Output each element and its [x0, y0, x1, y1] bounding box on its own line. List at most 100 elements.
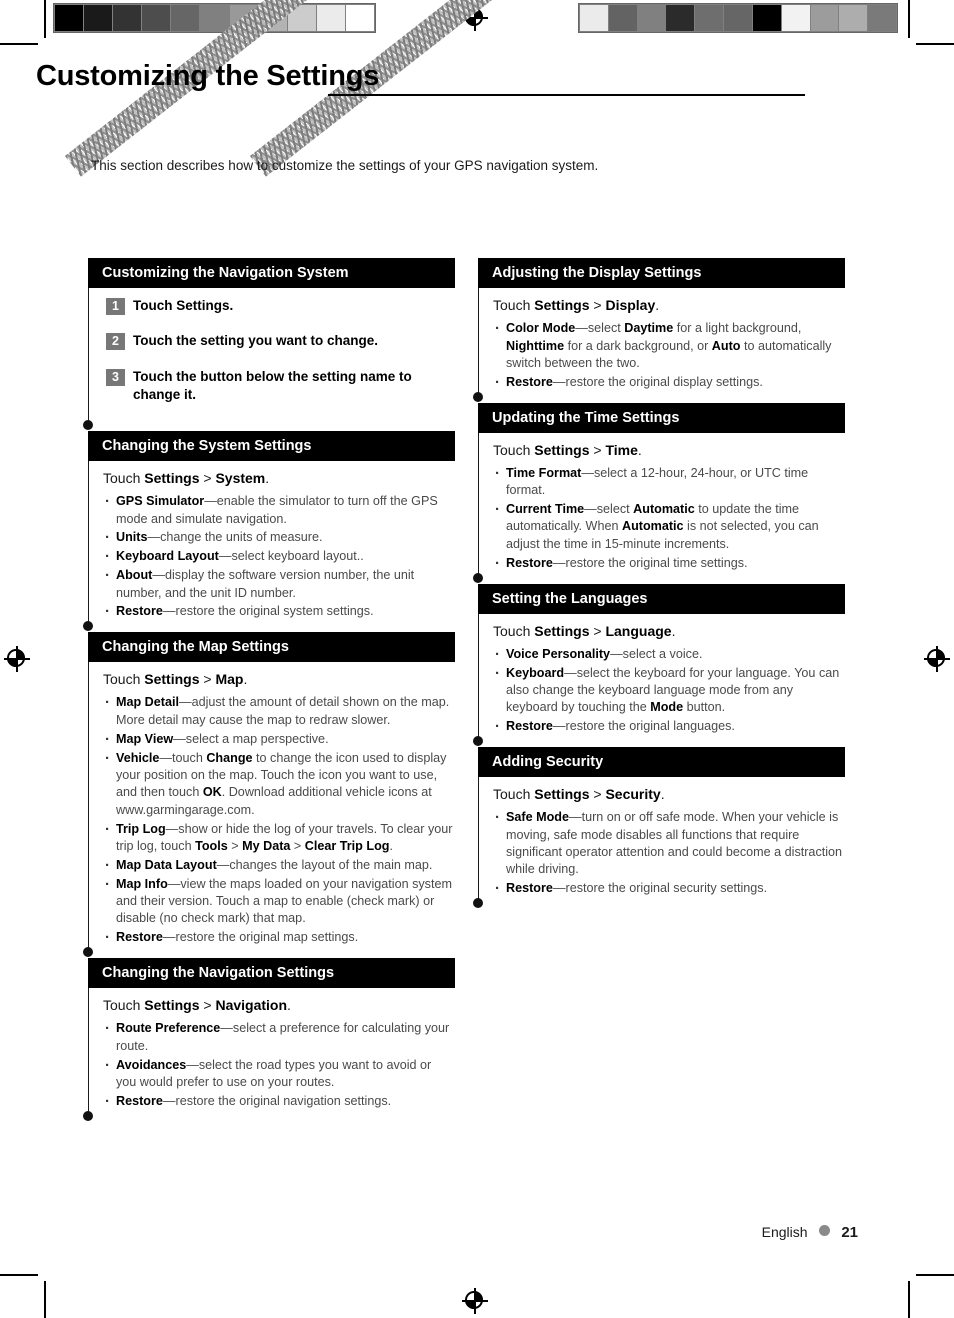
settings-bullet-item: Trip Log—show or hide the log of your tr…	[103, 820, 455, 856]
setting-term: Restore	[116, 604, 163, 619]
settings-bullet-list: Voice Personality—select a voice.Keyboar…	[493, 645, 845, 739]
manual-page: Customizing the Settings This section de…	[0, 0, 954, 1318]
setting-term: Keyboard	[506, 665, 565, 680]
section-heading: Changing the System Settings	[88, 431, 455, 462]
title-underline-rule	[328, 94, 805, 96]
section-heading: Adjusting the Display Settings	[478, 258, 845, 289]
colorbar-swatch	[695, 5, 724, 31]
settings-bullet-item: Current Time—select Automatic to update …	[493, 500, 845, 553]
registration-target-icon	[924, 646, 950, 672]
inline-term: Mode	[650, 700, 684, 715]
setting-description: —restore the original map settings.	[162, 930, 359, 945]
settings-bullet-item: Restore—restore the original display set…	[493, 373, 845, 394]
setting-term: Map Data Layout	[116, 857, 217, 872]
colorbar-swatch	[868, 5, 896, 31]
settings-bullet-item: Restore—restore the original time settin…	[493, 554, 845, 575]
left-column: Customizing the Navigation System 1 Touch …	[83, 258, 455, 1122]
section-heading: Changing the Navigation Settings	[88, 958, 455, 989]
step-number-badge: 2	[106, 333, 125, 351]
section-heading: Adding Security	[478, 747, 845, 778]
setting-term: About	[116, 568, 153, 583]
settings-bullet-item: Keyboard—select the keyboard for your la…	[493, 663, 845, 717]
touch-path-line: Touch Settings > Time.	[493, 441, 642, 458]
inline-term: Tools	[195, 838, 228, 853]
setting-description: —restore the original system settings.	[162, 604, 374, 619]
setting-description: —changes the layout of the main map.	[216, 857, 433, 872]
wedge-swatch	[142, 5, 171, 31]
setting-term: Vehicle	[116, 750, 160, 765]
settings-bullet-item: Safe Mode—turn on or off safe mode. When…	[493, 808, 845, 879]
inline-term: Clear Trip Log	[304, 838, 390, 853]
step-text: Touch the setting you want to change.	[133, 333, 379, 349]
setting-term: Route Preference	[116, 1021, 221, 1036]
settings-bullet-item: Restore—restore the original system sett…	[103, 602, 455, 623]
setting-description: —show or hide the log of your travels. T…	[116, 821, 453, 853]
colorbar-swatch	[666, 5, 695, 31]
setting-term: Restore	[116, 1093, 163, 1108]
settings-section: Changing the Map Settings Touch Settings …	[83, 632, 455, 957]
wedge-swatch	[55, 5, 84, 31]
wedge-swatch	[200, 5, 229, 31]
section-body: Touch Settings > Language. Voice Personal…	[473, 613, 845, 747]
touch-path-segment: Time	[605, 441, 638, 458]
section-heading: Changing the Map Settings	[88, 632, 455, 663]
colorbar-swatch	[781, 5, 810, 31]
settings-bullet-list: GPS Simulator—enable the simulator to tu…	[103, 492, 455, 623]
setting-term: Map Info	[116, 876, 168, 891]
settings-section: Changing the System Settings Touch Settin…	[83, 431, 455, 632]
intro-paragraph: This section describes how to customize …	[91, 158, 599, 173]
step-item: 3 Touch the button below the setting name…	[103, 368, 455, 404]
step-list: 1 Touch Settings. 2 Touch the setting you w…	[103, 297, 455, 404]
footer-page-number: 21	[841, 1224, 858, 1241]
setting-term: Avoidances	[116, 1057, 187, 1072]
inline-term: Change	[206, 750, 253, 765]
section-body: Touch Settings > Map. Map Detail—adjust t…	[83, 662, 455, 957]
touch-path-segment: Settings	[144, 671, 200, 688]
settings-section: Adjusting the Display Settings Touch Sett…	[473, 258, 845, 402]
colorbar-swatch	[752, 5, 781, 31]
section-body: Touch Settings > Navigation. Route Prefer…	[83, 988, 455, 1122]
setting-description: —select a map perspective.	[173, 731, 329, 746]
inline-term: Nighttime	[506, 338, 565, 353]
settings-bullet-item: Restore—restore the original map setting…	[103, 928, 455, 949]
touch-path-line: Touch Settings > Map.	[103, 671, 248, 688]
settings-section: Setting the Languages Touch Settings > La…	[473, 583, 845, 747]
setting-term: Restore	[506, 555, 553, 570]
grayscale-step-wedge	[53, 3, 376, 33]
settings-section: Customizing the Navigation System 1 Touch …	[83, 258, 455, 430]
touch-path-segment: Navigation	[215, 997, 288, 1014]
setting-description: —restore the original navigation setting…	[162, 1093, 392, 1108]
inline-term: My Data	[242, 838, 291, 853]
colorbar-swatch	[839, 5, 868, 31]
page-footer: English 21	[0, 1224, 954, 1241]
settings-bullet-item: Restore—restore the original languages.	[493, 717, 845, 738]
setting-term: Restore	[506, 719, 553, 734]
setting-term: Safe Mode	[506, 810, 569, 825]
colorbar-swatch	[810, 5, 839, 31]
settings-bullet-list: Time Format—select a 12-hour, 24-hour, o…	[493, 464, 845, 575]
title-block	[55, 0, 815, 178]
setting-term: Restore	[116, 930, 163, 945]
step-text: Touch the button below the setting name …	[133, 368, 412, 402]
settings-section: Adding Security Touch Settings > Security…	[473, 747, 845, 908]
touch-path-line: Touch Settings > Security.	[493, 786, 665, 803]
touch-path-segment: Settings	[144, 470, 200, 487]
touch-path-line: Touch Settings > Display.	[493, 297, 660, 314]
setting-term: Map View	[116, 731, 174, 746]
settings-bullet-item: Route Preference—select a preference for…	[103, 1019, 455, 1055]
setting-term: Current Time	[506, 502, 585, 516]
settings-bullet-item: Color Mode—select Daytime for a light ba…	[493, 319, 845, 372]
step-number-badge: 1	[106, 298, 125, 316]
touch-path-line: Touch Settings > System.	[103, 470, 270, 487]
setting-description: —restore the original display settings.	[552, 374, 763, 389]
color-control-bar	[578, 3, 898, 33]
setting-description: —restore the original languages.	[552, 719, 735, 734]
settings-bullet-list: Route Preference—select a preference for…	[103, 1019, 455, 1113]
footer-language: English	[761, 1224, 808, 1240]
touch-path-segment: Display	[605, 297, 656, 314]
setting-description: —change the units of measure.	[147, 530, 323, 545]
touch-path-segment: Security	[605, 786, 661, 803]
setting-term: Units	[116, 530, 148, 545]
settings-bullet-item: Map Info—view the maps loaded on your na…	[103, 875, 455, 928]
setting-term: Map Detail	[116, 695, 179, 710]
